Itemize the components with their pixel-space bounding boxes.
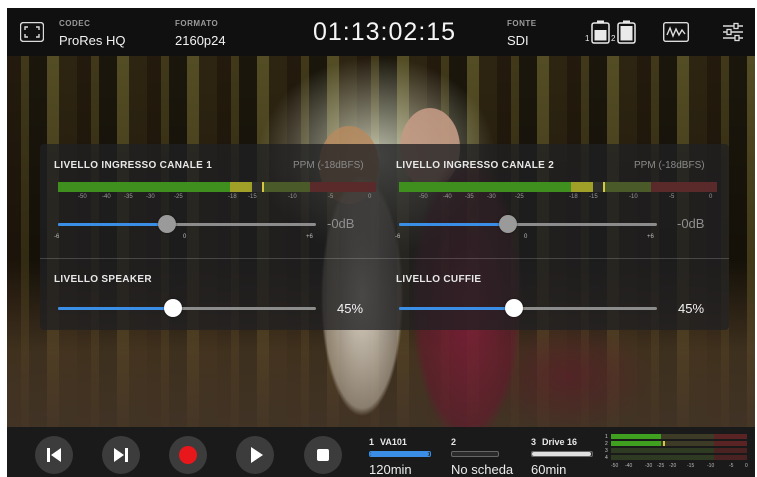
mini-audio-meter[interactable]: 1 2 3 4 -50 -40 -30 -25 -20 -15 -10 -5 0 [605, 433, 749, 473]
speaker-title: LIVELLO SPEAKER [54, 274, 152, 285]
channel1-gain-value: -0dB [327, 216, 355, 231]
media-slot-2-bar [451, 451, 499, 457]
skip-forward-icon [114, 448, 128, 462]
battery-icon [591, 20, 610, 44]
timecode[interactable]: 01:13:02:15 [313, 18, 456, 47]
headphones-value: 45% [678, 301, 705, 316]
stop-button[interactable] [304, 436, 342, 474]
skip-forward-button[interactable] [102, 436, 140, 474]
format-label: FORMATO [175, 19, 219, 28]
channel1-meter [58, 182, 376, 192]
headphones-knob[interactable] [505, 299, 523, 317]
codec-value[interactable]: ProRes HQ [59, 33, 125, 48]
audio-levels-panel: LIVELLO INGRESSO CANALE 1 PPM (-18dBFS) … [40, 144, 729, 330]
channel1-mode[interactable]: PPM (-18dBFS) [293, 160, 364, 171]
headphones-title: LIVELLO CUFFIE [396, 274, 482, 285]
media-slot-1-bar [369, 451, 431, 457]
play-icon [251, 447, 263, 463]
panel-divider [40, 258, 729, 259]
media-slot-2[interactable]: 2 No scheda [451, 435, 531, 477]
codec-label: CODEC [59, 19, 91, 28]
record-button[interactable] [169, 436, 207, 474]
channel2-mode[interactable]: PPM (-18dBFS) [634, 160, 705, 171]
media-slot-1[interactable]: 1 VA101 120min [369, 435, 439, 477]
source-value[interactable]: SDI [507, 33, 529, 48]
battery-index-1: 1 [585, 34, 590, 43]
battery-2[interactable]: 2 [611, 20, 641, 46]
source-label: FONTE [507, 19, 537, 28]
skip-back-button[interactable] [35, 436, 73, 474]
mini-meter-scale: -50 -40 -30 -25 -20 -15 -10 -5 0 [611, 463, 748, 469]
channel2-gain-value: -0dB [677, 216, 705, 231]
channel1-scale: -50 -40 -35 -30 -25 -18 -15 -10 -5 0 [78, 194, 372, 200]
transport-bar: 1 VA101 120min 2 No scheda 3 Drive 16 60… [7, 427, 755, 477]
channel2-meter [399, 182, 717, 192]
battery-index-2: 2 [611, 34, 616, 43]
stop-icon [317, 449, 329, 461]
speaker-value: 45% [337, 301, 364, 316]
format-value[interactable]: 2160p24 [175, 33, 226, 48]
channel1-gain-knob[interactable] [158, 215, 176, 233]
fullscreen-icon[interactable] [19, 21, 45, 43]
status-bar: CODEC ProRes HQ FORMATO 2160p24 01:13:02… [7, 8, 755, 56]
waveform-icon[interactable] [662, 21, 690, 43]
channel1-title: LIVELLO INGRESSO CANALE 1 [54, 160, 213, 171]
channel2-scale: -50 -40 -35 -30 -25 -18 -15 -10 -5 0 [419, 194, 713, 200]
channel2-gain-knob[interactable] [499, 215, 517, 233]
record-icon [179, 446, 197, 464]
play-button[interactable] [236, 436, 274, 474]
speaker-knob[interactable] [164, 299, 182, 317]
settings-sliders-icon[interactable] [722, 22, 744, 42]
skip-back-icon [47, 448, 61, 462]
channel2-title: LIVELLO INGRESSO CANALE 2 [396, 160, 555, 171]
battery-icon [617, 20, 636, 44]
monitor-screen: CODEC ProRes HQ FORMATO 2160p24 01:13:02… [7, 8, 755, 477]
media-slot-3-bar [531, 451, 593, 457]
media-slot-3[interactable]: 3 Drive 16 60min [531, 435, 597, 477]
